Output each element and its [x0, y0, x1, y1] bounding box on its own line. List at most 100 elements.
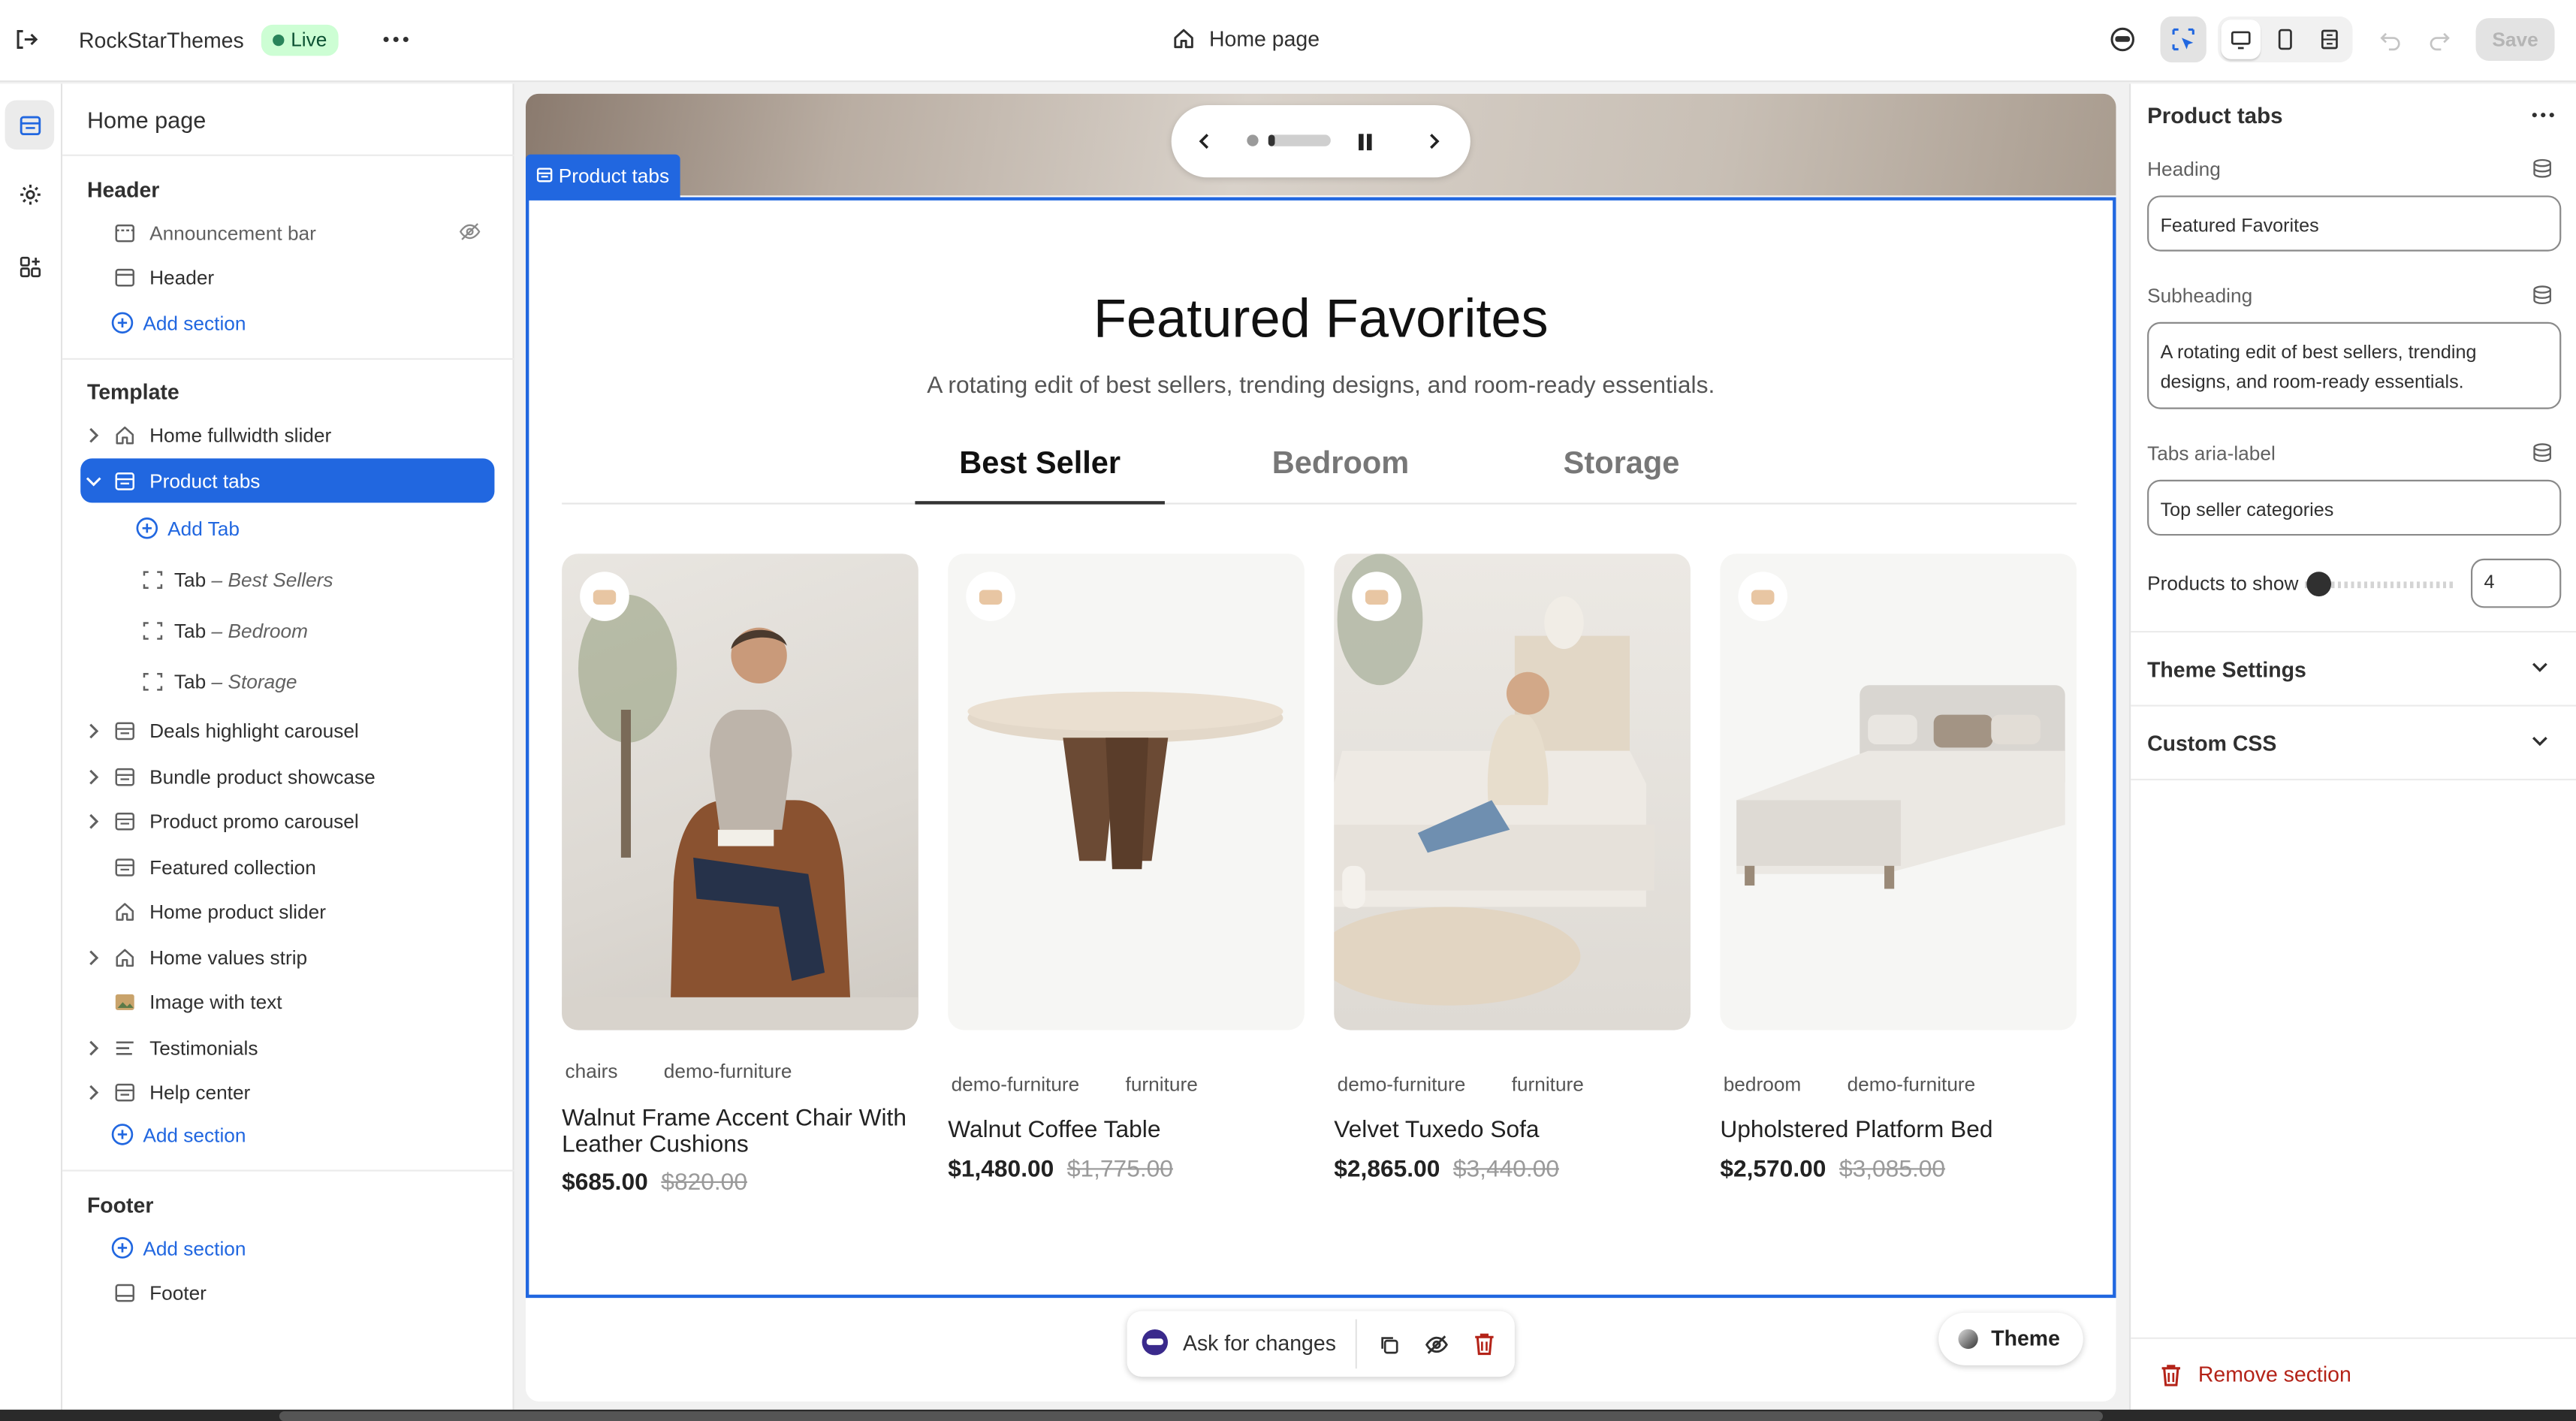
theme-button[interactable]: Theme: [1938, 1312, 2083, 1365]
product-price: $1,480.00 $1,775.00: [948, 1157, 1173, 1183]
product-tag[interactable]: bedroom: [1707, 1073, 1817, 1096]
section-home-values-strip[interactable]: Home values strip: [80, 935, 494, 979]
mobile-view-icon[interactable]: [2266, 20, 2306, 59]
more-options-icon[interactable]: [373, 17, 419, 62]
remove-section-button[interactable]: Remove section: [2161, 1362, 2351, 1386]
theme-settings-accordion[interactable]: Theme Settings: [2131, 632, 2576, 704]
chevron-right-icon[interactable]: [87, 1039, 101, 1056]
more-options-icon[interactable]: [2525, 97, 2561, 133]
section-product-promo-carousel[interactable]: Product promo carousel: [80, 798, 494, 843]
section-header[interactable]: Header: [80, 255, 494, 299]
save-button[interactable]: Save: [2475, 18, 2555, 61]
product-tag[interactable]: demo-furniture: [647, 1060, 808, 1083]
products-slider-thumb[interactable]: [2306, 572, 2332, 597]
product-tag[interactable]: demo-furniture: [935, 1073, 1096, 1096]
section-image-with-text[interactable]: Image with text: [80, 979, 494, 1024]
tab-storage[interactable]: Storage: [1497, 439, 1747, 505]
tab-prefix: Tab: [173, 567, 207, 591]
full-width-view-icon[interactable]: [2310, 20, 2350, 59]
tab-bedroom[interactable]: Bedroom: [1216, 439, 1466, 505]
section-featured-collection[interactable]: Featured collection: [80, 844, 494, 889]
dynamic-source-icon[interactable]: [2532, 158, 2553, 179]
apps-icon[interactable]: [5, 242, 55, 291]
ask-for-changes-button[interactable]: Ask for changes: [1140, 1328, 1336, 1357]
product-title[interactable]: Walnut Coffee Table: [948, 1118, 1309, 1144]
product-tag[interactable]: furniture: [1109, 1073, 1214, 1096]
chevron-right-icon[interactable]: [87, 722, 101, 738]
tab-block[interactable]: Tab – Storage: [134, 659, 494, 703]
product-title[interactable]: Walnut Frame Accent Chair With Leather C…: [562, 1106, 923, 1158]
products-to-show-input[interactable]: 4: [2471, 558, 2562, 608]
page-selector[interactable]: Home page: [1172, 26, 1320, 51]
tag-badge-icon: [1738, 572, 1787, 621]
add-section-footer-button[interactable]: Add section: [110, 1226, 524, 1270]
product-tag[interactable]: demo-furniture: [1831, 1073, 1992, 1096]
section-home-fullwidth-slider[interactable]: Home fullwidth slider: [80, 412, 494, 457]
tabs-aria-label-label: Tabs aria-label: [2147, 442, 2276, 466]
exit-icon[interactable]: [3, 17, 49, 62]
section-footer[interactable]: Footer: [80, 1270, 494, 1314]
custom-css-accordion[interactable]: Custom CSS: [2131, 707, 2576, 779]
product-image[interactable]: [948, 554, 1305, 1030]
chevron-right-icon[interactable]: [87, 949, 101, 965]
chevron-right-icon[interactable]: [87, 813, 101, 829]
heading-label: Heading: [2147, 158, 2221, 181]
hide-eye-icon[interactable]: [1419, 1328, 1452, 1361]
section-bundle-product-showcase[interactable]: Bundle product showcase: [80, 754, 494, 798]
chevron-left-icon[interactable]: [1191, 128, 1217, 155]
section-help-center[interactable]: Help center: [80, 1070, 494, 1114]
dynamic-source-icon[interactable]: [2532, 284, 2553, 305]
theme-settings-icon[interactable]: [5, 169, 55, 219]
chevron-right-icon[interactable]: [87, 768, 101, 785]
tab-prefix: Tab: [173, 669, 207, 693]
product-price: $2,570.00 $3,085.00: [1720, 1157, 1945, 1183]
product-title[interactable]: Upholstered Platform Bed: [1720, 1118, 2081, 1144]
tag-badge-icon: [1352, 572, 1401, 621]
hidden-eye-icon[interactable]: [458, 220, 481, 243]
product-image[interactable]: [1334, 554, 1691, 1030]
product-tag[interactable]: chairs: [549, 1060, 635, 1083]
product-tags: chairs demo-furniture: [549, 1060, 809, 1083]
sections-icon[interactable]: [5, 100, 55, 150]
section-product-tabs[interactable]: Product tabs: [80, 458, 495, 503]
inspector-select-icon[interactable]: [2160, 16, 2206, 63]
chevron-right-icon[interactable]: [1421, 128, 1447, 155]
theme-settings-label: Theme Settings: [2147, 657, 2306, 682]
product-tag[interactable]: demo-furniture: [1321, 1073, 1482, 1096]
tab-block-icon: [134, 568, 170, 591]
add-tab-button[interactable]: Add Tab: [134, 506, 548, 551]
section-deals-highlight-carousel[interactable]: Deals highlight carousel: [80, 708, 494, 753]
slide-dot[interactable]: [1247, 134, 1259, 146]
duplicate-icon[interactable]: [1372, 1328, 1405, 1361]
section-testimonials[interactable]: Testimonials: [80, 1025, 494, 1070]
heading-input[interactable]: Featured Favorites: [2147, 195, 2562, 252]
tab-block[interactable]: Tab – Best Sellers: [134, 557, 494, 602]
tabs-aria-label-input[interactable]: Top seller categories: [2147, 479, 2562, 536]
section-icon: [107, 809, 143, 832]
redo-icon[interactable]: [2417, 17, 2463, 62]
pause-icon[interactable]: [1352, 128, 1378, 155]
subheading-input[interactable]: A rotating edit of best sellers, trendin…: [2147, 321, 2562, 409]
section-home-product-slider[interactable]: Home product slider: [80, 889, 494, 933]
product-image[interactable]: [562, 554, 918, 1030]
tab-name: Best Sellers: [228, 567, 333, 591]
add-section-header-button[interactable]: Add section: [110, 300, 524, 345]
trash-icon[interactable]: [1467, 1328, 1500, 1361]
section-icon: [107, 1080, 143, 1103]
chevron-right-icon[interactable]: [87, 1084, 101, 1100]
undo-icon[interactable]: [2367, 17, 2413, 62]
tab-block[interactable]: Tab – Bedroom: [134, 608, 494, 652]
tab-separator: –: [211, 618, 223, 642]
ai-sidekick-icon[interactable]: [2100, 17, 2146, 62]
desktop-view-icon[interactable]: [2221, 20, 2261, 59]
product-tag[interactable]: furniture: [1495, 1073, 1600, 1096]
tab-best-seller[interactable]: Best Seller: [915, 439, 1165, 505]
slide-progress[interactable]: [1268, 134, 1331, 146]
add-section-template-button[interactable]: Add section: [110, 1112, 524, 1157]
dynamic-source-icon[interactable]: [2532, 442, 2553, 463]
product-image[interactable]: [1720, 554, 2077, 1030]
product-title[interactable]: Velvet Tuxedo Sofa: [1334, 1118, 1695, 1144]
chevron-right-icon[interactable]: [87, 427, 101, 443]
section-announcement-bar[interactable]: Announcement bar: [80, 210, 494, 255]
chevron-down-icon[interactable]: [86, 474, 102, 487]
